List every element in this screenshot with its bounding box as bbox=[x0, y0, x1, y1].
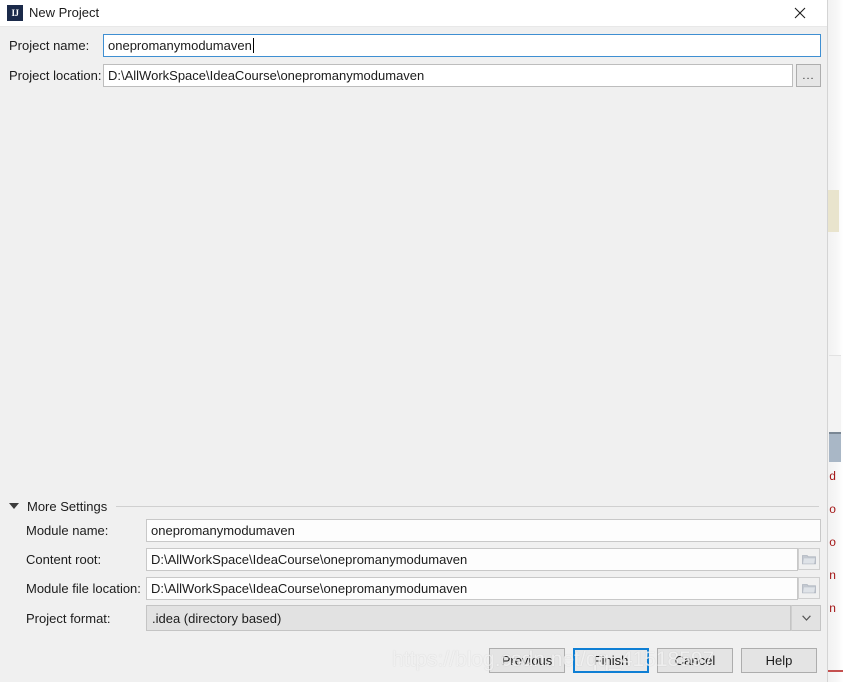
background-code-fragment: o bbox=[829, 503, 837, 517]
folder-icon bbox=[802, 583, 816, 593]
background-code-fragment: o bbox=[829, 536, 837, 550]
background-scrollbar-track[interactable] bbox=[829, 355, 841, 440]
app-icon-text: IJ bbox=[11, 7, 19, 18]
project-name-value: onepromanymodumaven bbox=[108, 38, 252, 53]
background-scrollbar-thumb[interactable] bbox=[829, 432, 841, 462]
background-code-fragment: n bbox=[829, 569, 837, 583]
folder-icon bbox=[802, 554, 816, 564]
module-name-label: Module name: bbox=[26, 523, 109, 538]
browse-project-location-button[interactable]: ... bbox=[796, 64, 821, 87]
previous-button-label: Previous bbox=[501, 653, 553, 668]
intellij-idea-icon: IJ bbox=[7, 5, 23, 21]
module-name-input[interactable]: onepromanymodumaven bbox=[146, 519, 821, 542]
previous-button[interactable]: Previous bbox=[489, 648, 565, 673]
finish-button[interactable]: Finish bbox=[573, 648, 649, 673]
background-editor-highlight bbox=[828, 190, 839, 232]
ellipsis-label: ... bbox=[802, 69, 815, 82]
background-code-fragment: d bbox=[829, 470, 837, 484]
browse-module-file-location-button[interactable] bbox=[798, 577, 820, 599]
content-root-value: D:\AllWorkSpace\IdeaCourse\onepromanymod… bbox=[151, 552, 468, 567]
help-button[interactable]: Help bbox=[741, 648, 817, 673]
project-location-value: D:\AllWorkSpace\IdeaCourse\onepromanymod… bbox=[108, 68, 425, 83]
browse-content-root-button[interactable] bbox=[798, 548, 820, 570]
dialog-titlebar: IJ New Project bbox=[0, 0, 827, 27]
content-root-input[interactable]: D:\AllWorkSpace\IdeaCourse\onepromanymod… bbox=[146, 548, 798, 571]
triangle-down-icon[interactable] bbox=[9, 503, 19, 509]
project-location-label: Project location: bbox=[9, 68, 102, 83]
project-format-select[interactable]: .idea (directory based) bbox=[146, 605, 791, 631]
module-name-value: onepromanymodumaven bbox=[151, 523, 295, 538]
module-file-location-value: D:\AllWorkSpace\IdeaCourse\onepromanymod… bbox=[151, 581, 468, 596]
chevron-down-icon[interactable] bbox=[791, 605, 821, 631]
module-file-location-input[interactable]: D:\AllWorkSpace\IdeaCourse\onepromanymod… bbox=[146, 577, 798, 600]
cancel-button[interactable]: Cancel bbox=[657, 648, 733, 673]
project-format-value: .idea (directory based) bbox=[152, 610, 282, 626]
background-window-border-bottom bbox=[826, 670, 843, 672]
project-name-input[interactable]: onepromanymodumaven bbox=[103, 34, 821, 57]
text-caret bbox=[252, 38, 254, 53]
dialog-title: New Project bbox=[29, 5, 100, 20]
help-button-label: Help bbox=[765, 653, 793, 668]
more-settings-label: More Settings bbox=[27, 498, 108, 514]
finish-button-label: Finish bbox=[593, 653, 629, 668]
project-location-input[interactable]: D:\AllWorkSpace\IdeaCourse\onepromanymod… bbox=[103, 64, 793, 87]
screen-root: d o o n n IJ New Project Project name: o… bbox=[0, 0, 843, 682]
project-name-label: Project name: bbox=[9, 38, 90, 53]
content-root-label: Content root: bbox=[26, 552, 102, 567]
new-project-dialog: IJ New Project Project name: onepromanym… bbox=[0, 0, 828, 682]
close-icon[interactable] bbox=[783, 0, 817, 26]
background-code-fragment: n bbox=[829, 602, 837, 616]
more-settings-section-header: More Settings bbox=[9, 497, 819, 515]
background-editor: d o o n n bbox=[828, 0, 843, 682]
cancel-button-label: Cancel bbox=[674, 653, 716, 668]
module-file-location-label: Module file location: bbox=[26, 581, 141, 596]
section-divider bbox=[116, 505, 819, 507]
project-format-label: Project format: bbox=[26, 611, 111, 626]
